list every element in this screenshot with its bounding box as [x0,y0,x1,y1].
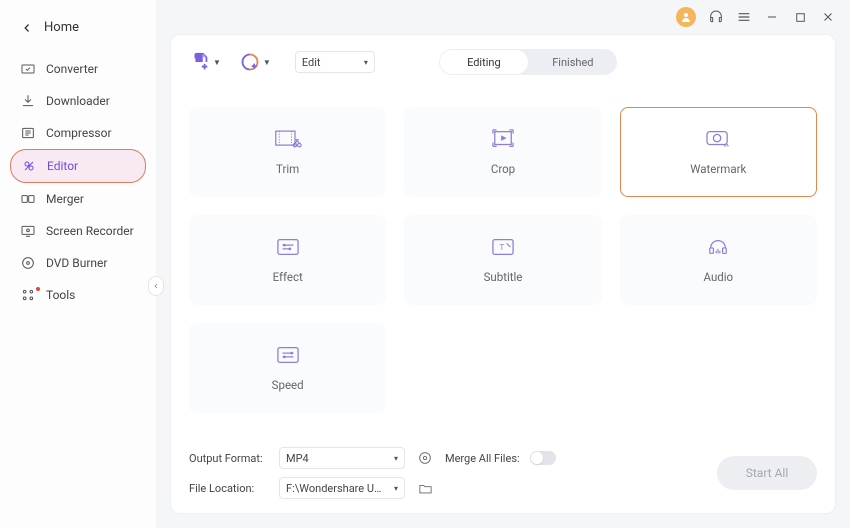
sidebar-item-label: Merger [46,192,84,206]
crop-icon [489,128,517,150]
seg-editing[interactable]: Editing [440,50,528,74]
sidebar-item-tools[interactable]: Tools [10,279,146,311]
edit-mode-select[interactable]: Edit ▾ [295,51,375,73]
headset-support-icon[interactable] [708,9,724,25]
sidebar-item-compressor[interactable]: Compressor [10,117,146,149]
tile-label: Subtitle [484,270,523,284]
chevron-down-icon: ▾ [394,454,398,463]
toolbar: ▼ ▼ Edit ▾ Editing Finished [171,35,835,85]
sidebar-item-label: Editor [47,159,78,173]
converter-icon [20,61,36,77]
back-icon[interactable] [20,21,34,35]
tile-label: Effect [273,270,303,284]
sidebar-item-screen-recorder[interactable]: Screen Recorder [10,215,146,247]
file-location-select[interactable]: F:\Wondershare UniConverter 1 ▾ [279,477,405,499]
output-format-label: Output Format: [189,452,269,465]
effect-icon [274,236,302,258]
tools-icon [20,287,36,303]
tile-label: Speed [272,378,304,392]
screen-recorder-icon [20,223,36,239]
start-all-button[interactable]: Start All [717,456,817,490]
sidebar-item-label: Tools [46,288,75,302]
tile-label: Audio [704,270,734,284]
sidebar-item-label: Compressor [46,126,112,140]
window-maximize-icon[interactable] [792,9,808,25]
hamburger-menu-icon[interactable] [736,9,752,25]
circle-plus-icon [239,51,261,73]
file-location-label: File Location: [189,482,269,495]
footer: Output Format: MP4 ▾ Merge All Files: St… [171,437,835,513]
content-card: ▼ ▼ Edit ▾ Editing Finished [170,34,836,514]
seg-finished[interactable]: Finished [529,49,617,75]
sidebar-item-label: Converter [46,62,98,76]
output-format-select[interactable]: MP4 ▾ [279,447,405,469]
window-close-icon[interactable] [820,9,836,25]
merge-files-toggle[interactable] [530,451,556,465]
chevron-down-icon: ▾ [394,484,398,493]
chevron-down-icon: ▾ [364,58,368,67]
sidebar-item-label: DVD Burner [46,256,107,270]
file-location-value: F:\Wondershare UniConverter 1 [286,482,386,495]
tile-watermark[interactable]: Watermark [620,107,817,197]
audio-icon [704,236,732,258]
tile-trim[interactable]: Trim [189,107,386,197]
add-file-button[interactable]: ▼ [189,51,221,73]
sidebar-item-label: Downloader [46,94,110,108]
downloader-icon [20,93,36,109]
output-settings-icon[interactable] [415,448,435,468]
output-format-value: MP4 [286,452,309,465]
open-folder-icon[interactable] [415,478,435,498]
tile-audio[interactable]: Audio [620,215,817,305]
subtitle-icon: T [489,236,517,258]
tile-label: Trim [276,162,299,176]
user-avatar-icon[interactable] [676,7,696,27]
tile-speed[interactable]: Speed [189,323,386,413]
compressor-icon [20,125,36,141]
tile-effect[interactable]: Effect [189,215,386,305]
chevron-down-icon: ▼ [213,58,221,67]
dvd-burner-icon [20,255,36,271]
sidebar-title: Home [44,20,79,35]
notification-dot-icon [36,287,40,291]
tile-label: Watermark [690,162,746,176]
merger-icon [20,191,36,207]
sidebar-list: Converter Downloader Compressor Editor M… [0,53,156,311]
tile-crop[interactable]: Crop [404,107,601,197]
sidebar: Home Converter Downloader Compressor Edi… [0,0,156,528]
window-minimize-icon[interactable] [764,9,780,25]
edit-mode-value: Edit [302,56,321,69]
watermark-icon [704,128,732,150]
sidebar-item-label: Screen Recorder [46,224,134,238]
sidebar-item-converter[interactable]: Converter [10,53,146,85]
sidebar-header: Home [0,10,156,53]
merge-files-row: Merge All Files: [445,451,556,465]
titlebar [156,0,850,34]
main-area: ▼ ▼ Edit ▾ Editing Finished [156,0,850,528]
add-url-button[interactable]: ▼ [239,51,271,73]
sidebar-item-editor[interactable]: Editor [10,149,146,183]
trim-icon [274,128,302,150]
tile-label: Crop [491,162,515,176]
status-segmented-control: Editing Finished [439,49,617,75]
start-all-label: Start All [746,466,789,480]
collapse-sidebar-handle[interactable] [148,276,164,296]
chevron-down-icon: ▼ [263,58,271,67]
speed-icon [274,344,302,366]
sidebar-item-merger[interactable]: Merger [10,183,146,215]
tile-subtitle[interactable]: T Subtitle [404,215,601,305]
sidebar-item-downloader[interactable]: Downloader [10,85,146,117]
file-plus-icon [189,51,211,73]
file-location-row: File Location: F:\Wondershare UniConvert… [189,477,701,499]
output-format-row: Output Format: MP4 ▾ Merge All Files: [189,447,701,469]
sidebar-item-dvd-burner[interactable]: DVD Burner [10,247,146,279]
svg-text:T: T [499,243,504,253]
merge-files-label: Merge All Files: [445,452,520,465]
tiles-grid: Trim Crop Watermark Effect [171,85,835,423]
editor-icon [21,158,37,174]
